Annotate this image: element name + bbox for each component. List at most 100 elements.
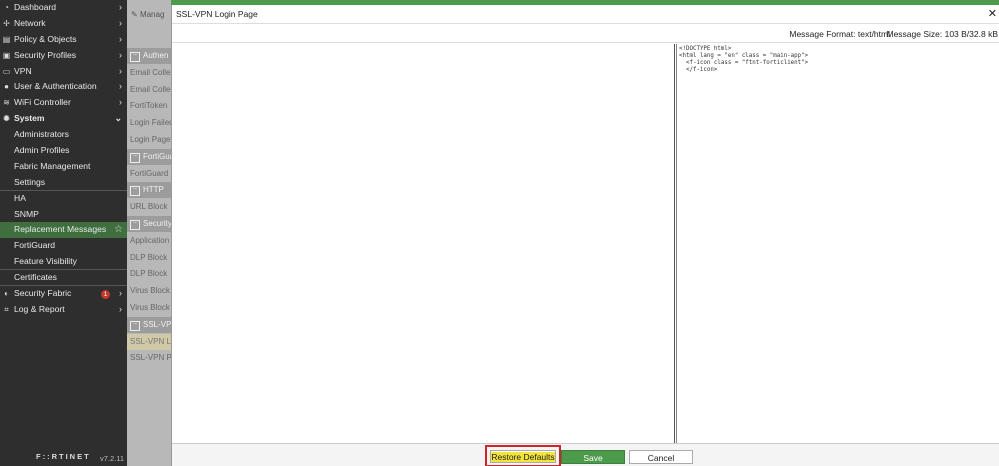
code-line: <html lang = "en" class = "main-app"> bbox=[679, 53, 809, 59]
background-list-row: URL Block bbox=[130, 202, 168, 212]
code-line: <f-icon class = "ftnt-forticlient"> bbox=[679, 60, 809, 66]
sidebar-item-label: Security Profiles bbox=[14, 49, 77, 60]
chevron-right-icon: › bbox=[119, 49, 122, 60]
restore-defaults-button[interactable]: Restore Defaults bbox=[490, 450, 556, 463]
sidebar-item-log-report[interactable]: ⌗ Log & Report › bbox=[0, 302, 127, 318]
dialog-title: SSL-VPN Login Page bbox=[176, 9, 258, 19]
gear-icon: ✹ bbox=[3, 114, 10, 124]
sidebar-item-label: Admin Profiles bbox=[14, 145, 70, 156]
vpn-icon: ▭ bbox=[2, 66, 11, 76]
chevron-right-icon: › bbox=[119, 81, 122, 92]
sidebar-item-settings[interactable]: Settings bbox=[0, 175, 127, 191]
sidebar-item-label: WiFi Controller bbox=[14, 97, 71, 108]
chevron-down-icon: ⌄ bbox=[114, 113, 122, 124]
html-preview-pane bbox=[172, 44, 675, 443]
security-fabric-icon: ◐ bbox=[4, 289, 9, 299]
network-icon: ✢ bbox=[3, 18, 10, 28]
sidebar-item-feature-visibility[interactable]: Feature Visibility bbox=[0, 254, 127, 271]
chevron-right-icon: › bbox=[119, 33, 122, 44]
sidebar-item-label: SNMP bbox=[14, 208, 39, 219]
sidebar-item-label: Dashboard bbox=[14, 2, 57, 12]
background-list-row: SSL-VPN Lo bbox=[127, 333, 171, 350]
chevron-right-icon: › bbox=[119, 303, 122, 314]
sidebar-item-replacement-messages[interactable]: Replacement Messages ☆ bbox=[0, 222, 127, 239]
restore-defaults-highlight-box: Restore Defaults bbox=[485, 445, 561, 466]
sidebar-item-label: System bbox=[14, 113, 45, 124]
background-group-header: FortiGua bbox=[127, 148, 171, 165]
sidebar-item-label: Security Fabric bbox=[14, 288, 72, 299]
sidebar: ◔ Dashboard › ✢ Network › ▤ Policy & Objects › ▣ S… bbox=[0, 0, 127, 466]
background-list-row: Email Collec bbox=[130, 67, 171, 77]
background-list-row: Email Collec bbox=[130, 84, 171, 94]
save-button[interactable]: Save bbox=[561, 450, 625, 464]
sidebar-item-label: Certificates bbox=[14, 272, 57, 283]
chevron-right-icon: › bbox=[119, 65, 122, 76]
sidebar-item-admin-profiles[interactable]: Admin Profiles bbox=[0, 143, 127, 159]
background-list-row: SSL-VPN Po bbox=[130, 353, 171, 363]
sidebar-item-vpn[interactable]: ▭ VPN › bbox=[0, 64, 127, 80]
sidebar-item-system[interactable]: ✹ System ⌄ bbox=[0, 111, 127, 127]
background-list-row: DLP Block bbox=[130, 252, 168, 262]
notification-badge: 1 bbox=[101, 289, 110, 299]
user-icon: ● bbox=[4, 82, 9, 92]
background-list-row: DLP Block bbox=[130, 269, 168, 279]
restore-defaults-label: Restore Defaults bbox=[491, 452, 555, 462]
sidebar-item-user-authentication[interactable]: ● User & Authentication › bbox=[0, 79, 127, 95]
sidebar-item-label: VPN bbox=[14, 65, 32, 76]
sidebar-item-administrators[interactable]: Administrators bbox=[0, 127, 127, 143]
html-code-editor[interactable]: <!DOCTYPE html> <html lang = "en" class =… bbox=[676, 44, 999, 443]
sidebar-item-label: Administrators bbox=[14, 129, 69, 140]
sidebar-item-wifi-controller[interactable]: ≋ WiFi Controller › bbox=[0, 95, 127, 111]
sidebar-item-label: FortiGuard bbox=[14, 240, 56, 251]
background-list-row: FortiToken bbox=[130, 101, 168, 111]
dashboard-icon: ◔ bbox=[4, 3, 9, 12]
lock-icon: ▣ bbox=[2, 50, 11, 60]
sidebar-item-certificates[interactable]: Certificates bbox=[0, 270, 127, 287]
sidebar-item-label: Policy & Objects bbox=[14, 33, 77, 44]
message-format-label: Message Format: text/html bbox=[789, 29, 890, 39]
wifi-icon: ≋ bbox=[3, 98, 10, 108]
background-list-row: Application bbox=[130, 235, 170, 245]
report-icon: ⌗ bbox=[4, 304, 9, 314]
sidebar-item-label: Fabric Management bbox=[14, 160, 91, 171]
background-list-row: Virus Block bbox=[130, 286, 170, 296]
background-message-list: ✎ Manag Authen Email Collec Email Collec Fo… bbox=[127, 0, 171, 466]
background-list-row: Login Failed bbox=[130, 118, 171, 128]
fortinet-logo: F::RTINET bbox=[36, 452, 91, 461]
sidebar-item-label: User & Authentication bbox=[14, 81, 97, 92]
manage-button-label: ✎ Manag bbox=[131, 10, 165, 19]
close-icon[interactable]: ✕ bbox=[988, 7, 997, 20]
favorite-star-icon[interactable]: ☆ bbox=[114, 222, 123, 238]
chevron-right-icon: › bbox=[119, 17, 122, 28]
sidebar-item-ha[interactable]: HA bbox=[0, 191, 127, 207]
sidebar-item-label: HA bbox=[14, 192, 26, 203]
background-group-header: Security bbox=[127, 216, 171, 232]
sidebar-footer: F::RTINET v7.2.11 bbox=[0, 448, 127, 466]
chevron-right-icon: › bbox=[119, 97, 122, 108]
sidebar-item-security-profiles[interactable]: ▣ Security Profiles › bbox=[0, 48, 127, 64]
dialog-info-bar: Message Format: text/html Message Size: … bbox=[172, 23, 999, 43]
background-group-header: SSL-VPN bbox=[127, 316, 171, 333]
nav-list: ◔ Dashboard › ✢ Network › ▤ Policy & Objects › ▣ S… bbox=[0, 0, 127, 318]
cancel-button[interactable]: Cancel bbox=[629, 450, 693, 464]
background-list-row: Virus Block bbox=[130, 303, 170, 312]
policy-icon: ▤ bbox=[2, 34, 11, 44]
sidebar-item-policy-objects[interactable]: ▤ Policy & Objects › bbox=[0, 32, 127, 48]
sidebar-item-label: Log & Report bbox=[14, 303, 65, 314]
sidebar-item-network[interactable]: ✢ Network › bbox=[0, 16, 127, 32]
code-line: </f-icon> bbox=[679, 67, 718, 73]
dialog-footer: Restore Defaults Save Cancel bbox=[172, 443, 999, 466]
background-list-row: FortiGuard bbox=[130, 168, 169, 178]
message-size-label: Message Size: 103 B/32.8 kB bbox=[886, 29, 998, 39]
chevron-right-icon: › bbox=[119, 288, 122, 299]
sidebar-item-snmp[interactable]: SNMP bbox=[0, 207, 127, 223]
background-group-header: Authen bbox=[127, 48, 171, 64]
sidebar-item-dashboard[interactable]: ◔ Dashboard › bbox=[0, 0, 127, 16]
sidebar-item-fabric-management[interactable]: Fabric Management bbox=[0, 159, 127, 175]
sidebar-item-security-fabric[interactable]: ◐ Security Fabric 1 › bbox=[0, 286, 127, 302]
sidebar-item-label: Replacement Messages bbox=[14, 224, 107, 235]
chevron-right-icon: › bbox=[119, 2, 122, 12]
version-label: v7.2.11 bbox=[99, 454, 124, 463]
sidebar-item-label: Network bbox=[14, 17, 46, 28]
sidebar-item-fortiguard[interactable]: FortiGuard bbox=[0, 238, 127, 254]
